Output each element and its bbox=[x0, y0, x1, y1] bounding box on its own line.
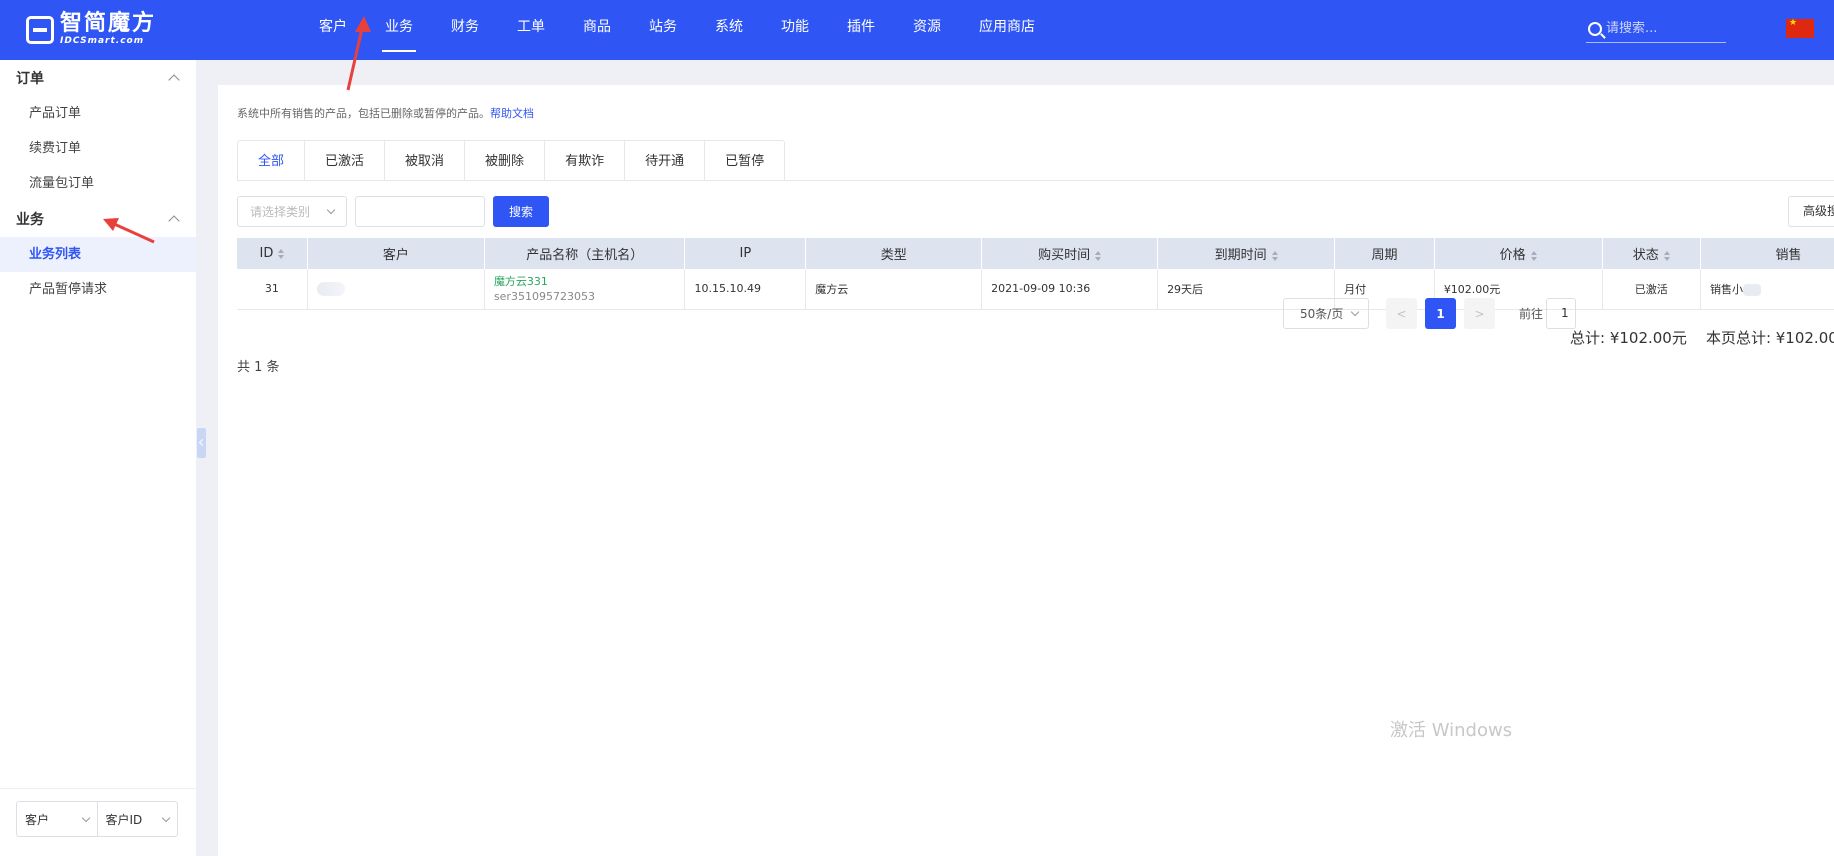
nav-features[interactable]: 功能 bbox=[762, 0, 828, 60]
row-id-link[interactable]: 31 bbox=[237, 269, 308, 310]
advanced-search-button[interactable]: 高级搜索 bbox=[1788, 196, 1834, 227]
nav-site[interactable]: 站务 bbox=[630, 0, 696, 60]
sort-icon[interactable] bbox=[278, 248, 285, 259]
customer-select[interactable]: 客户 bbox=[17, 802, 97, 836]
tab-suspended[interactable]: 已暂停 bbox=[704, 140, 786, 181]
product-name-link[interactable]: 魔方云331 bbox=[494, 274, 676, 289]
nav-tickets[interactable]: 工单 bbox=[498, 0, 564, 60]
column-header-status[interactable]: 状态 bbox=[1602, 238, 1701, 269]
goto-label: 前往 bbox=[1519, 307, 1544, 321]
chevron-down-icon bbox=[161, 813, 171, 822]
chevron-down-icon bbox=[1350, 307, 1360, 317]
sidebar-collapse-handle[interactable] bbox=[197, 428, 206, 458]
logo-icon bbox=[26, 15, 54, 44]
column-header-expire[interactable]: 到期时间 bbox=[1157, 238, 1336, 269]
row-status-badge: 已激活 bbox=[1602, 269, 1701, 310]
column-header-id[interactable]: ID bbox=[237, 238, 308, 269]
row-price: ¥102.00元 bbox=[1434, 269, 1603, 310]
page-description: 系统中所有销售的产品，包括已删除或暂停的产品。帮助文档 bbox=[237, 107, 534, 120]
category-select[interactable]: 请选择类别 bbox=[237, 196, 347, 227]
nav-customers[interactable]: 客户 bbox=[300, 0, 366, 60]
column-header-ip: IP bbox=[684, 238, 807, 269]
column-header-purchase-time[interactable]: 购买时间 bbox=[981, 238, 1159, 269]
column-header-price[interactable]: 价格 bbox=[1434, 238, 1603, 269]
row-sales: 销售小 bbox=[1700, 269, 1834, 310]
status-tabs: 全部 已激活 被取消 被删除 有欺诈 待开通 已暂停 bbox=[237, 140, 786, 181]
tab-active[interactable]: 已激活 bbox=[304, 140, 386, 181]
sidebar: 订单 产品订单 续费订单 流量包订单 业务 业务列表 产品暂停请求 客户 客户I… bbox=[0, 60, 196, 856]
total-summary: 总计: ¥102.00元 本页总计: ¥102.00元 bbox=[1570, 329, 1834, 347]
current-page-button[interactable]: 1 bbox=[1425, 298, 1456, 329]
search-button[interactable]: 搜索 bbox=[493, 196, 549, 227]
sidebar-item-renewal-orders[interactable]: 续费订单 bbox=[0, 131, 196, 166]
chevron-down-icon bbox=[81, 813, 90, 822]
brand-domain: IDCSmart.com bbox=[60, 36, 145, 46]
redacted-customer bbox=[316, 281, 345, 296]
nav-business[interactable]: 业务 bbox=[366, 0, 432, 60]
tab-cancelled[interactable]: 被取消 bbox=[384, 140, 466, 181]
brand-name: 智简魔方 bbox=[60, 11, 157, 36]
page-size-select[interactable]: 50条/页 bbox=[1283, 298, 1369, 329]
sidebar-group-business[interactable]: 业务 bbox=[0, 201, 196, 237]
sort-icon[interactable] bbox=[1271, 250, 1278, 261]
keyword-input[interactable] bbox=[355, 196, 485, 227]
nav-system[interactable]: 系统 bbox=[696, 0, 762, 60]
tab-fraud[interactable]: 有欺诈 bbox=[544, 140, 626, 181]
table-row: 31 魔方云331 ser351095723053 10.15.10.49 魔方… bbox=[237, 269, 1834, 310]
nav-finance[interactable]: 财务 bbox=[432, 0, 498, 60]
top-navbar: 智简魔方 IDCSmart.com 客户 业务 财务 工单 商品 站务 系统 功… bbox=[0, 0, 1834, 60]
sidebar-item-suspend-requests[interactable]: 产品暂停请求 bbox=[0, 272, 196, 307]
redacted-sales bbox=[1743, 283, 1761, 296]
column-header-product: 产品名称（主机名） bbox=[484, 238, 686, 269]
sidebar-item-product-orders[interactable]: 产品订单 bbox=[0, 96, 196, 131]
main-panel: 系统中所有销售的产品，包括已删除或暂停的产品。帮助文档 全部 已激活 被取消 被… bbox=[218, 85, 1834, 856]
tab-all[interactable]: 全部 bbox=[237, 140, 306, 181]
row-purchase-time: 2021-09-09 10:36 bbox=[981, 269, 1159, 310]
next-page-button[interactable]: > bbox=[1464, 298, 1495, 329]
tabs-divider bbox=[237, 180, 1834, 181]
prev-page-button[interactable]: < bbox=[1386, 298, 1417, 329]
nav-plugins[interactable]: 插件 bbox=[828, 0, 894, 60]
chevron-down-icon bbox=[326, 205, 336, 215]
row-type: 魔方云 bbox=[805, 269, 983, 310]
windows-activation-watermark: 激活 Windows bbox=[1390, 720, 1513, 741]
nav-resources[interactable]: 资源 bbox=[894, 0, 960, 60]
column-header-customer: 客户 bbox=[307, 238, 485, 269]
search-icon[interactable] bbox=[1588, 21, 1602, 36]
tab-pending[interactable]: 待开通 bbox=[624, 140, 706, 181]
table-header-row: ID 客户 产品名称（主机名） IP 类型 购买时间 到期时间 周期 价格 状态… bbox=[237, 238, 1834, 269]
filter-bar: 请选择类别 搜索 bbox=[237, 196, 549, 227]
sidebar-group-label: 订单 bbox=[16, 71, 44, 87]
brand-logo[interactable]: 智简魔方 IDCSmart.com bbox=[26, 12, 156, 47]
column-header-sales: 销售 bbox=[1700, 238, 1834, 269]
sidebar-quick-search: 客户 客户ID bbox=[0, 788, 196, 849]
row-product: 魔方云331 ser351095723053 bbox=[484, 269, 686, 310]
customer-id-select[interactable]: 客户ID bbox=[96, 802, 178, 836]
row-customer[interactable] bbox=[307, 269, 485, 310]
nav-app-store[interactable]: 应用商店 bbox=[960, 0, 1054, 60]
row-ip: 10.15.10.49 bbox=[684, 269, 807, 310]
sort-icon[interactable] bbox=[1095, 250, 1102, 261]
business-table: ID 客户 产品名称（主机名） IP 类型 购买时间 到期时间 周期 价格 状态… bbox=[237, 238, 1834, 310]
main-nav: 客户 业务 财务 工单 商品 站务 系统 功能 插件 资源 应用商店 bbox=[300, 0, 1054, 60]
help-doc-link[interactable]: 帮助文档 bbox=[490, 107, 534, 120]
sidebar-item-traffic-orders[interactable]: 流量包订单 bbox=[0, 166, 196, 201]
nav-products[interactable]: 商品 bbox=[564, 0, 630, 60]
hostname: ser351095723053 bbox=[493, 289, 595, 303]
sidebar-group-orders[interactable]: 订单 bbox=[0, 60, 196, 96]
search-input[interactable] bbox=[1606, 21, 1716, 36]
sort-icon[interactable] bbox=[1663, 250, 1670, 261]
sort-icon[interactable] bbox=[1530, 250, 1537, 261]
tab-deleted[interactable]: 被删除 bbox=[464, 140, 546, 181]
global-search bbox=[1586, 15, 1726, 43]
china-flag-icon[interactable] bbox=[1786, 18, 1814, 38]
sidebar-group-label: 业务 bbox=[16, 212, 44, 228]
chevron-up-icon bbox=[168, 74, 180, 86]
column-header-type: 类型 bbox=[805, 238, 983, 269]
sidebar-item-business-list[interactable]: 业务列表 bbox=[0, 237, 196, 272]
chevron-up-icon bbox=[168, 215, 180, 227]
column-header-cycle: 周期 bbox=[1334, 238, 1435, 269]
goto-page-input[interactable]: 1 bbox=[1546, 298, 1576, 329]
